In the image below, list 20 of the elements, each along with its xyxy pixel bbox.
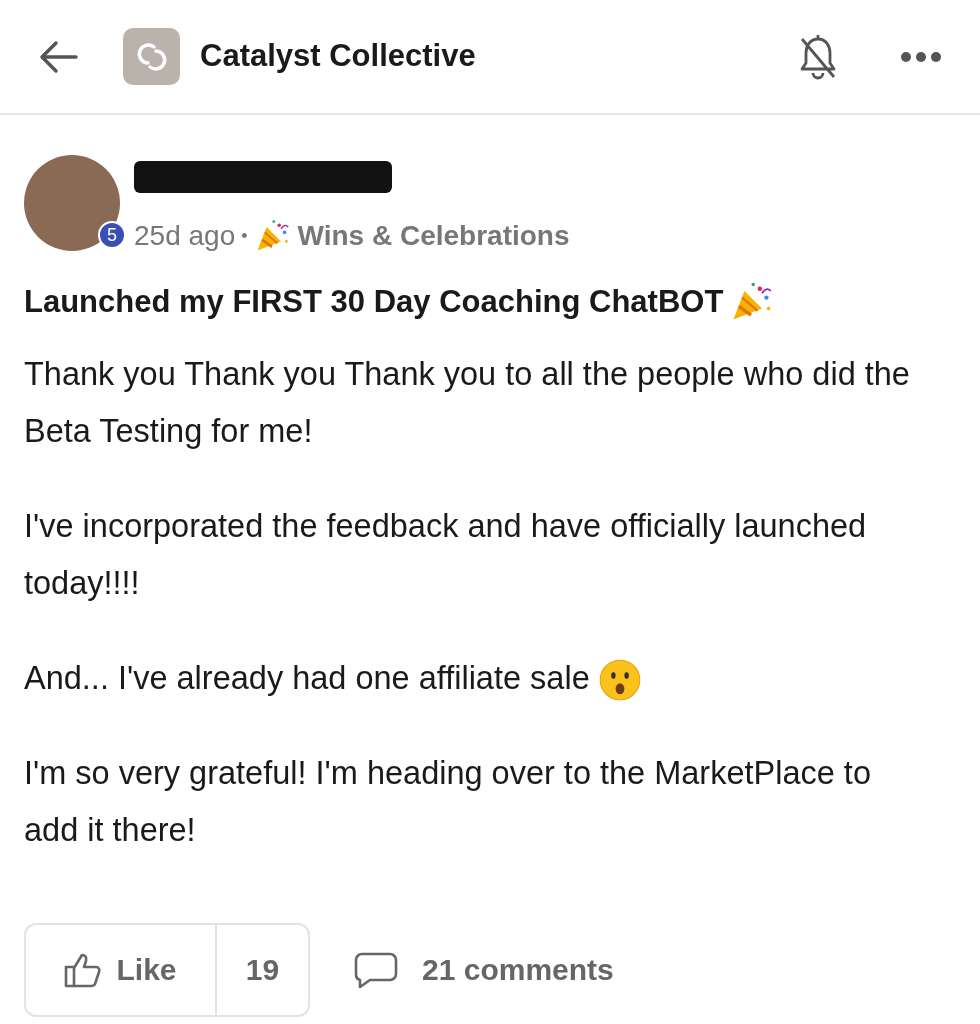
body-paragraph: I've incorporated the feedback and have officially launched today!!!! <box>24 506 868 603</box>
post-title: Launched my FIRST 30 Day Coaching ChatBOT <box>24 283 724 321</box>
group-title: Catalyst Collective <box>200 37 476 76</box>
body-paragraph: And... I've already had one affiliate sale <box>24 649 924 707</box>
bell-off-icon[interactable] <box>798 32 838 81</box>
like-button[interactable]: Like <box>26 924 217 1015</box>
body-paragraph: Thank you Thank you Thank you to all the people who did the Beta Testing for me! <box>24 354 911 451</box>
thumbs-up-icon <box>64 951 103 988</box>
comments-button[interactable]: 21 comments <box>354 947 614 992</box>
back-arrow-icon[interactable] <box>38 38 78 75</box>
more-options-icon[interactable] <box>900 50 942 63</box>
separator-dot: • <box>241 224 248 248</box>
group-logo-icon <box>123 28 180 85</box>
level-badge: 5 <box>98 221 126 249</box>
surprised-face-icon <box>597 657 642 702</box>
post-time: 25d ago <box>134 219 236 253</box>
comment-icon <box>354 950 398 989</box>
like-count: 19 <box>244 952 281 988</box>
body-paragraph: I'm so very grateful! I'm heading over to the MarketPlace to add it there! <box>24 753 872 850</box>
category-link[interactable]: Wins & Celebrations <box>297 215 570 257</box>
